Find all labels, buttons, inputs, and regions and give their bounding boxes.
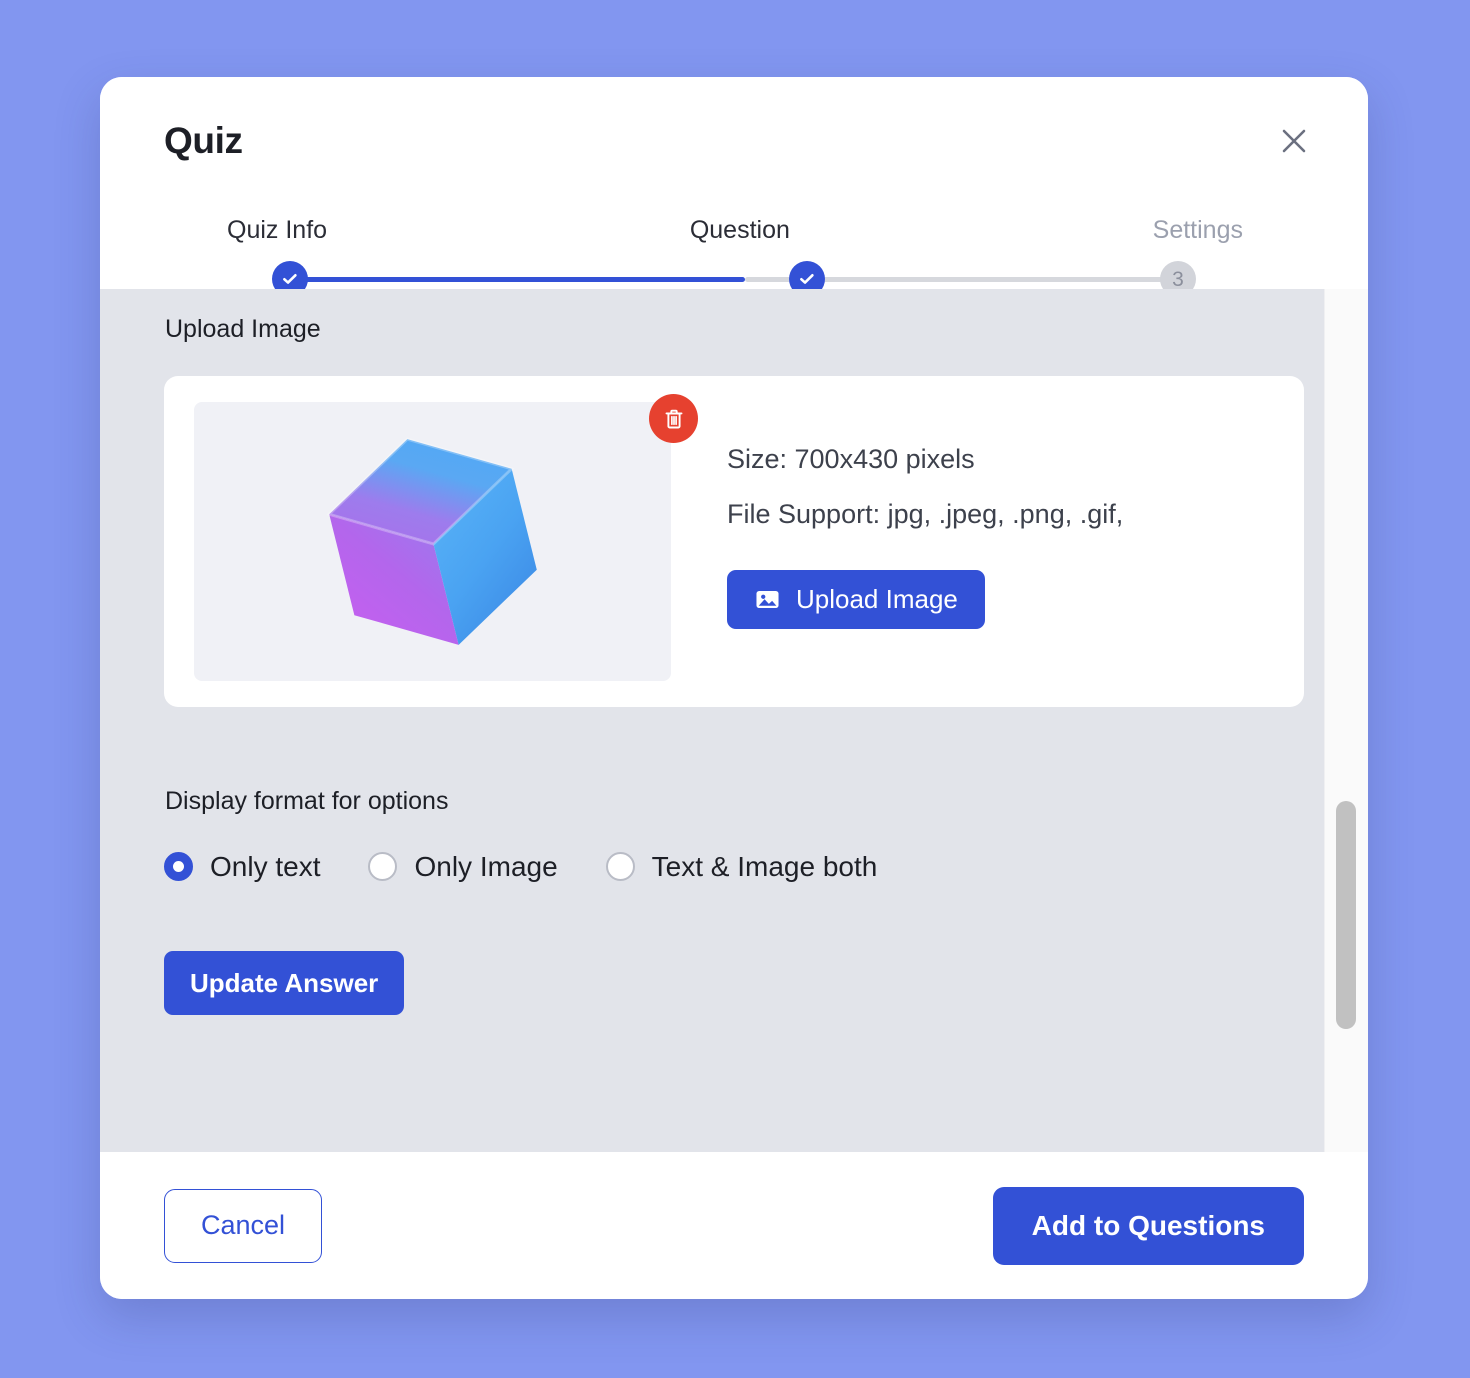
upload-image-section-label: Upload Image bbox=[165, 315, 321, 343]
cancel-button[interactable]: Cancel bbox=[164, 1188, 323, 1263]
radio-option-text-and-image[interactable]: Text & Image both bbox=[605, 850, 878, 882]
modal-content: Upload Image Size: 700x430 pixels File S… bbox=[100, 289, 1368, 1152]
stepper-labels: Quiz Info Question Settings bbox=[227, 209, 1243, 244]
file-support-text: File Support: jpg, .jpeg, .png, .gif, bbox=[727, 499, 1124, 529]
check-icon bbox=[798, 270, 816, 288]
step-label-quiz-info: Quiz Info bbox=[227, 216, 328, 244]
page-title: Quiz bbox=[164, 120, 243, 161]
close-button[interactable] bbox=[1272, 119, 1316, 163]
image-icon bbox=[754, 586, 781, 613]
display-format-radio-group: Only text Only Image Text & Image both bbox=[164, 852, 1304, 881]
image-thumbnail[interactable] bbox=[194, 402, 671, 681]
update-answer-button[interactable]: Update Answer bbox=[164, 951, 405, 1015]
radio-option-only-image[interactable]: Only Image bbox=[368, 850, 558, 882]
trash-icon bbox=[662, 407, 686, 431]
add-to-questions-button[interactable]: Add to Questions bbox=[992, 1186, 1304, 1265]
quiz-modal: Quiz Quiz Info Question Settings 3 Uploa… bbox=[100, 77, 1368, 1299]
stepper-progress-line-completed bbox=[290, 277, 745, 282]
display-format-title: Display format for options bbox=[165, 787, 449, 815]
radio-indicator-only-image[interactable] bbox=[368, 852, 398, 881]
step-number-settings: 3 bbox=[1172, 267, 1184, 291]
radio-label-only-image: Only Image bbox=[414, 850, 558, 882]
step-label-settings: Settings bbox=[1152, 216, 1243, 244]
display-format-section: Display format for options Only text Onl… bbox=[164, 789, 1304, 881]
modal-scroll-area: Upload Image Size: 700x430 pixels File S… bbox=[100, 289, 1368, 1152]
upload-image-button-label: Upload Image bbox=[796, 584, 958, 614]
radio-indicator-only-text[interactable] bbox=[164, 852, 193, 881]
scrollbar-thumb[interactable] bbox=[1336, 801, 1356, 1029]
step-label-question: Question bbox=[689, 216, 790, 244]
radio-indicator-text-and-image[interactable] bbox=[605, 852, 635, 881]
radio-label-text-and-image: Text & Image both bbox=[651, 850, 878, 882]
close-icon bbox=[1281, 128, 1307, 154]
upload-image-button[interactable]: Upload Image bbox=[727, 570, 985, 629]
scrollbar-track[interactable] bbox=[1324, 289, 1368, 1152]
radio-option-only-text[interactable]: Only text bbox=[164, 852, 320, 881]
delete-image-button[interactable] bbox=[649, 394, 698, 443]
uploaded-image-card: Size: 700x430 pixels File Support: jpg, … bbox=[164, 376, 1304, 707]
image-size-text: Size: 700x430 pixels bbox=[727, 444, 975, 474]
modal-footer: Cancel Add to Questions bbox=[100, 1152, 1368, 1299]
check-icon bbox=[281, 270, 299, 288]
stepper: Quiz Info Question Settings 3 bbox=[227, 209, 1243, 297]
radio-label-only-text: Only text bbox=[210, 850, 321, 882]
modal-header: Quiz Quiz Info Question Settings 3 bbox=[100, 77, 1368, 297]
3d-cube-image bbox=[325, 436, 537, 645]
image-meta: Size: 700x430 pixels File Support: jpg, … bbox=[727, 402, 1274, 629]
